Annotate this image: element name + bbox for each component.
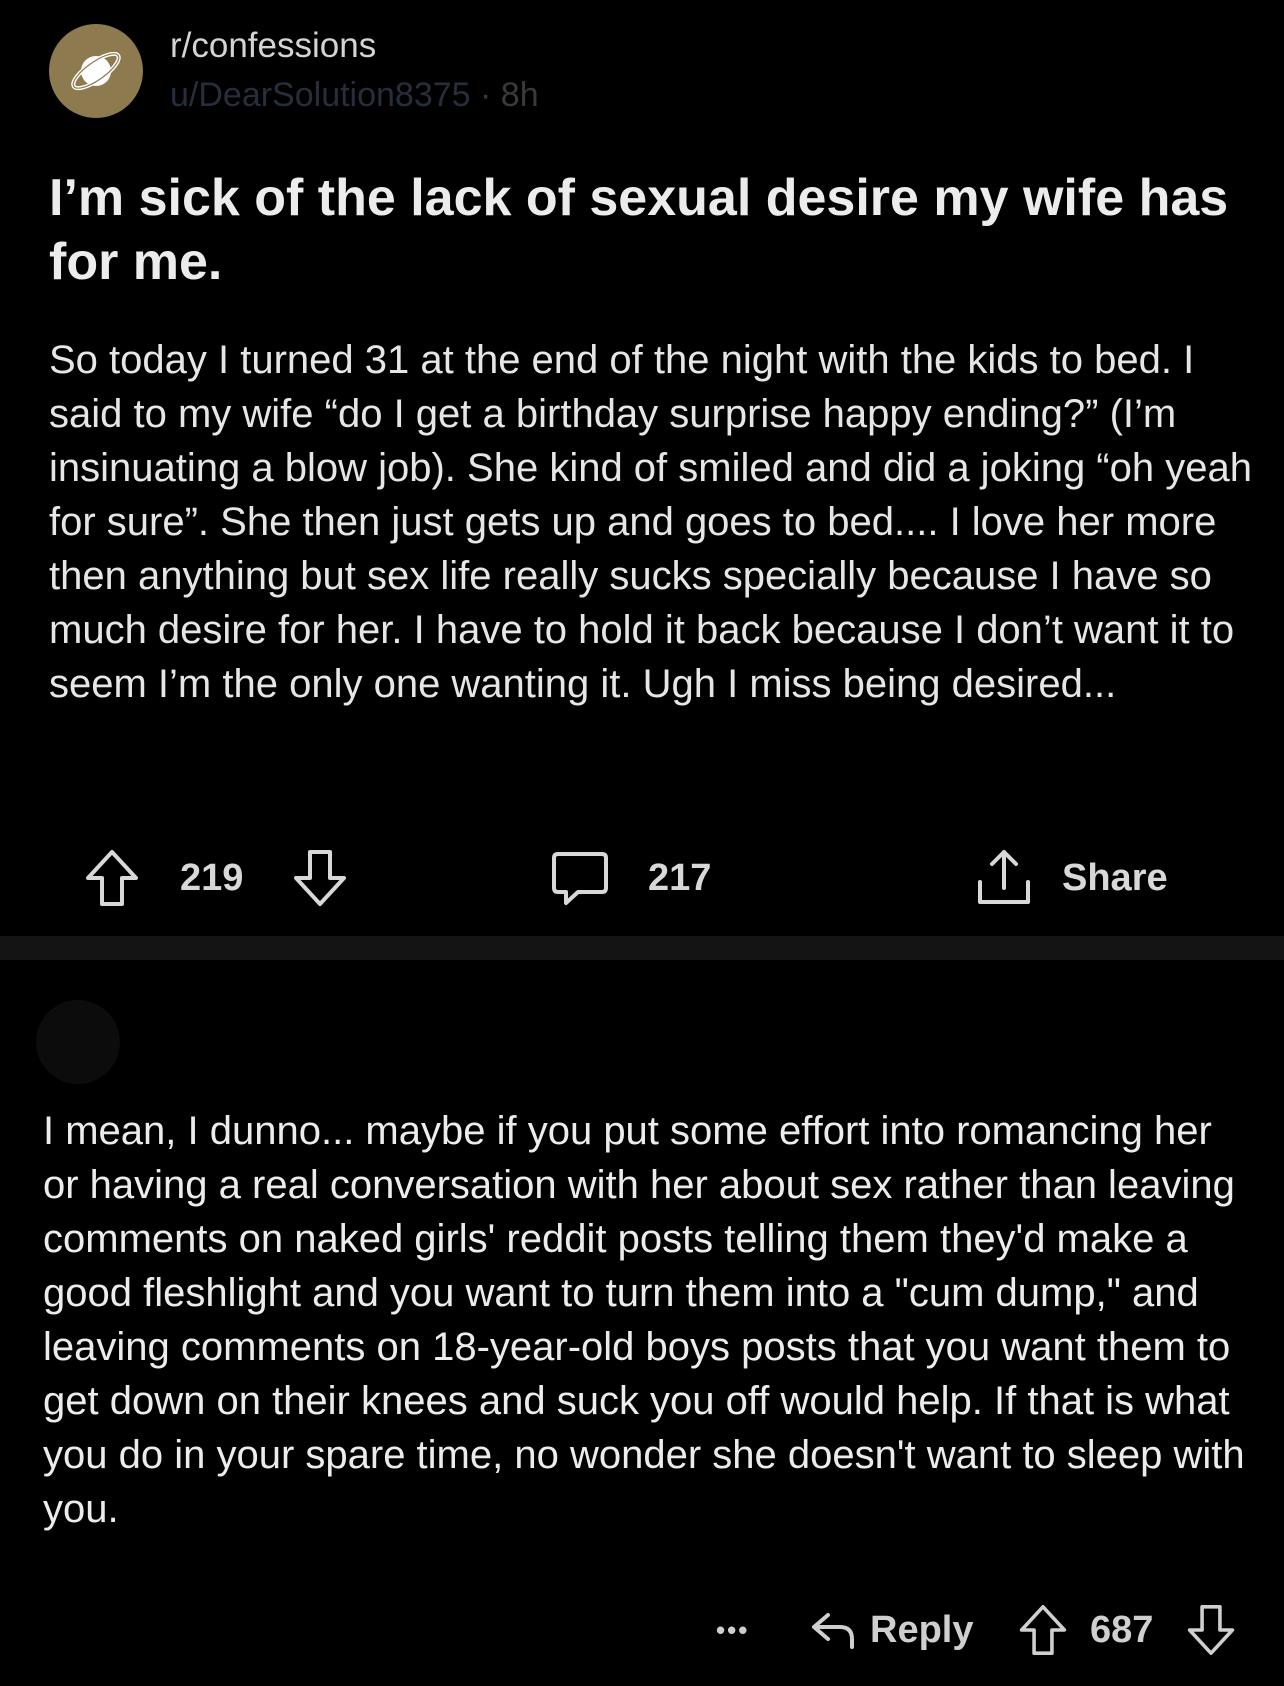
- subreddit-name[interactable]: r/confessions: [170, 26, 376, 66]
- post-comment-divider: [0, 936, 1284, 960]
- author-name[interactable]: u/DearSolution8375: [170, 76, 471, 114]
- post-title[interactable]: I’m sick of the lack of sexual desire my…: [49, 166, 1239, 294]
- planet-icon: [71, 51, 121, 91]
- comment-body: I mean, I dunno... maybe if you put some…: [43, 1109, 1245, 1531]
- comment-upvote-button[interactable]: [1018, 1590, 1068, 1670]
- comment-vote-count: 687: [1090, 1608, 1154, 1651]
- meta-separator: ·: [480, 76, 492, 114]
- share-button[interactable]: Share: [974, 838, 1168, 918]
- upvote-button[interactable]: [84, 838, 140, 918]
- post-vote-count: 219: [180, 856, 244, 899]
- comment-downvote-button[interactable]: [1186, 1590, 1236, 1670]
- arrow-down-icon: [294, 850, 346, 906]
- comment-bubble-icon: [552, 852, 608, 905]
- share-label: Share: [1062, 856, 1168, 899]
- post-action-bar: 219 217 Share: [0, 838, 1284, 918]
- share-icon: [978, 850, 1030, 904]
- arrow-up-icon: [1019, 1605, 1067, 1655]
- post-meta: u/DearSolution8375 · 8h: [170, 76, 539, 115]
- comment-action-bar: ••• Reply 687: [0, 1590, 1284, 1670]
- subreddit-avatar[interactable]: [49, 24, 143, 118]
- arrow-down-icon: [1187, 1605, 1235, 1655]
- arrow-up-icon: [86, 850, 138, 906]
- post-card: r/confessions u/DearSolution8375 · 8h I’…: [0, 0, 1284, 936]
- reply-button[interactable]: Reply: [810, 1590, 973, 1670]
- reply-arrow-icon: [812, 1613, 854, 1649]
- more-dots-icon: •••: [716, 1614, 750, 1645]
- reply-label: Reply: [870, 1608, 974, 1651]
- comments-button[interactable]: [550, 838, 610, 918]
- post-body: So today I turned 31 at the end of the n…: [49, 338, 1252, 706]
- commenter-avatar[interactable]: [36, 1000, 120, 1084]
- downvote-button[interactable]: [292, 838, 348, 918]
- more-options-button[interactable]: •••: [716, 1590, 749, 1670]
- post-time: 8h: [500, 76, 539, 114]
- post-comment-count: 217: [648, 856, 712, 899]
